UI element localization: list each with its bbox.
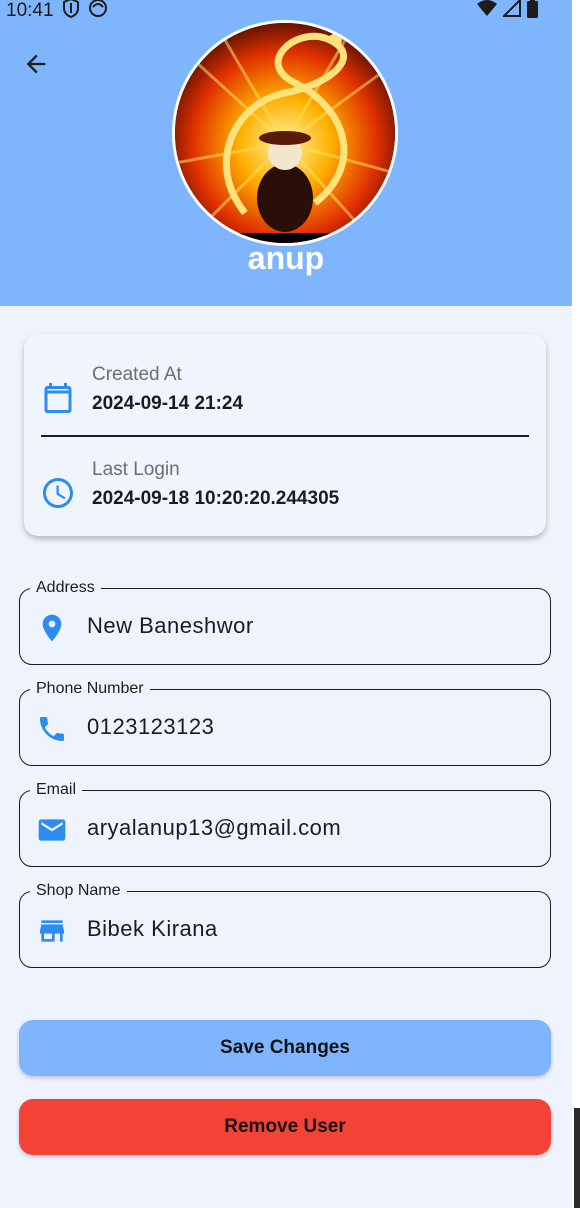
- status-time: 10:41: [6, 0, 54, 21]
- avatar[interactable]: [172, 20, 398, 246]
- location-pin-icon: [36, 612, 68, 644]
- phone-icon: [36, 713, 68, 745]
- status-bar: 10:41: [0, 0, 572, 22]
- created-at-label: Created At: [92, 364, 182, 385]
- shop-name-field[interactable]: Shop Name Bibek Kirana: [19, 881, 551, 968]
- address-label: Address: [30, 578, 101, 598]
- scroll-track: [572, 0, 580, 1208]
- phone-input[interactable]: 0123123123: [87, 714, 214, 740]
- shop-name-input[interactable]: Bibek Kirana: [87, 916, 218, 942]
- email-field[interactable]: Email aryalanup13@gmail.com: [19, 780, 551, 867]
- back-button[interactable]: [14, 44, 58, 88]
- divider: [41, 435, 529, 437]
- email-input[interactable]: aryalanup13@gmail.com: [87, 815, 341, 841]
- remove-user-button[interactable]: Remove User: [19, 1099, 551, 1155]
- store-icon: [36, 915, 68, 947]
- calendar-icon: [40, 380, 76, 416]
- created-at-value: 2024-09-14 21:24: [92, 393, 244, 414]
- scrollbar-thumb[interactable]: [574, 1108, 580, 1208]
- address-input[interactable]: New Baneshwor: [87, 613, 254, 639]
- signal-icon: [501, 0, 521, 23]
- save-changes-button[interactable]: Save Changes: [19, 1020, 551, 1076]
- last-login-row: Last Login 2024-09-18 10:20:20.244305: [24, 459, 546, 519]
- phone-label: Phone Number: [30, 679, 150, 699]
- shield-icon: [62, 0, 80, 24]
- address-field[interactable]: Address New Baneshwor: [19, 578, 551, 665]
- email-icon: [36, 814, 68, 846]
- phone-field[interactable]: Phone Number 0123123123: [19, 679, 551, 766]
- account-info-card: Created At 2024-09-14 21:24 Last Login 2…: [24, 334, 546, 536]
- last-login-value: 2024-09-18 10:20:20.244305: [92, 488, 340, 509]
- user-name: anup: [247, 240, 325, 276]
- app-notification-icon: [88, 0, 108, 24]
- email-label: Email: [30, 780, 83, 800]
- wifi-icon: [477, 0, 497, 23]
- back-arrow-icon: [22, 50, 50, 83]
- battery-icon: [527, 0, 538, 24]
- last-login-label: Last Login: [92, 459, 180, 480]
- shop-name-label: Shop Name: [30, 881, 127, 901]
- clock-icon: [40, 475, 76, 511]
- created-at-row: Created At 2024-09-14 21:24: [24, 364, 546, 424]
